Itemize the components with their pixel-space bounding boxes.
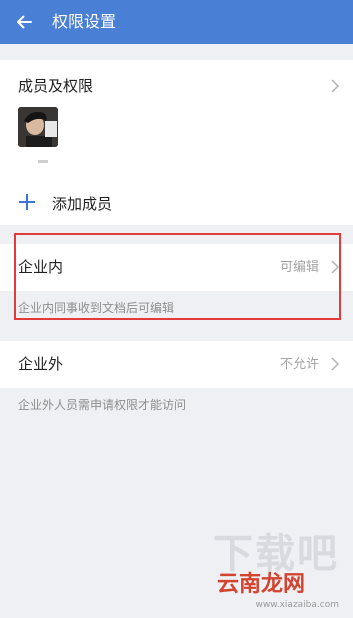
internal-description: 企业内同事收到文档后可编辑: [18, 301, 175, 315]
arrow-left-icon: [17, 15, 32, 29]
external-permission-row[interactable]: 企业外 不允许: [0, 341, 353, 388]
chevron-right-icon: [331, 260, 340, 274]
internal-value: 可编辑: [279, 260, 319, 275]
page-title: 权限设置: [52, 12, 117, 31]
external-description: 企业外人员需申请权限才能访问: [18, 398, 187, 412]
watermark: 下载吧 云南龙网 www.xiazaiba.com: [207, 532, 347, 612]
back-button[interactable]: [10, 8, 38, 36]
external-title: 企业外: [18, 355, 64, 373]
app-bar: 权限设置: [0, 0, 353, 44]
watermark-brand: 云南龙网: [217, 572, 306, 597]
add-member-label: 添加成员: [52, 195, 113, 213]
add-member-button[interactable]: 添加成员: [0, 185, 353, 223]
members-row[interactable]: 成员及权限: [0, 60, 353, 110]
member-photo: [18, 107, 58, 147]
chevron-right-icon: [331, 79, 340, 93]
internal-title: 企业内: [18, 258, 64, 276]
watermark-url: www.xiazaiba.com: [255, 600, 339, 610]
plus-icon: [19, 194, 35, 210]
watermark-big-text: 下载吧: [213, 531, 339, 577]
external-value: 不允许: [279, 357, 319, 372]
avatar-caption-placeholder: [38, 160, 48, 163]
chevron-right-icon: [331, 357, 340, 371]
members-title: 成员及权限: [18, 77, 94, 95]
internal-permission-row[interactable]: 企业内 可编辑: [0, 244, 353, 291]
avatar[interactable]: [18, 107, 58, 147]
